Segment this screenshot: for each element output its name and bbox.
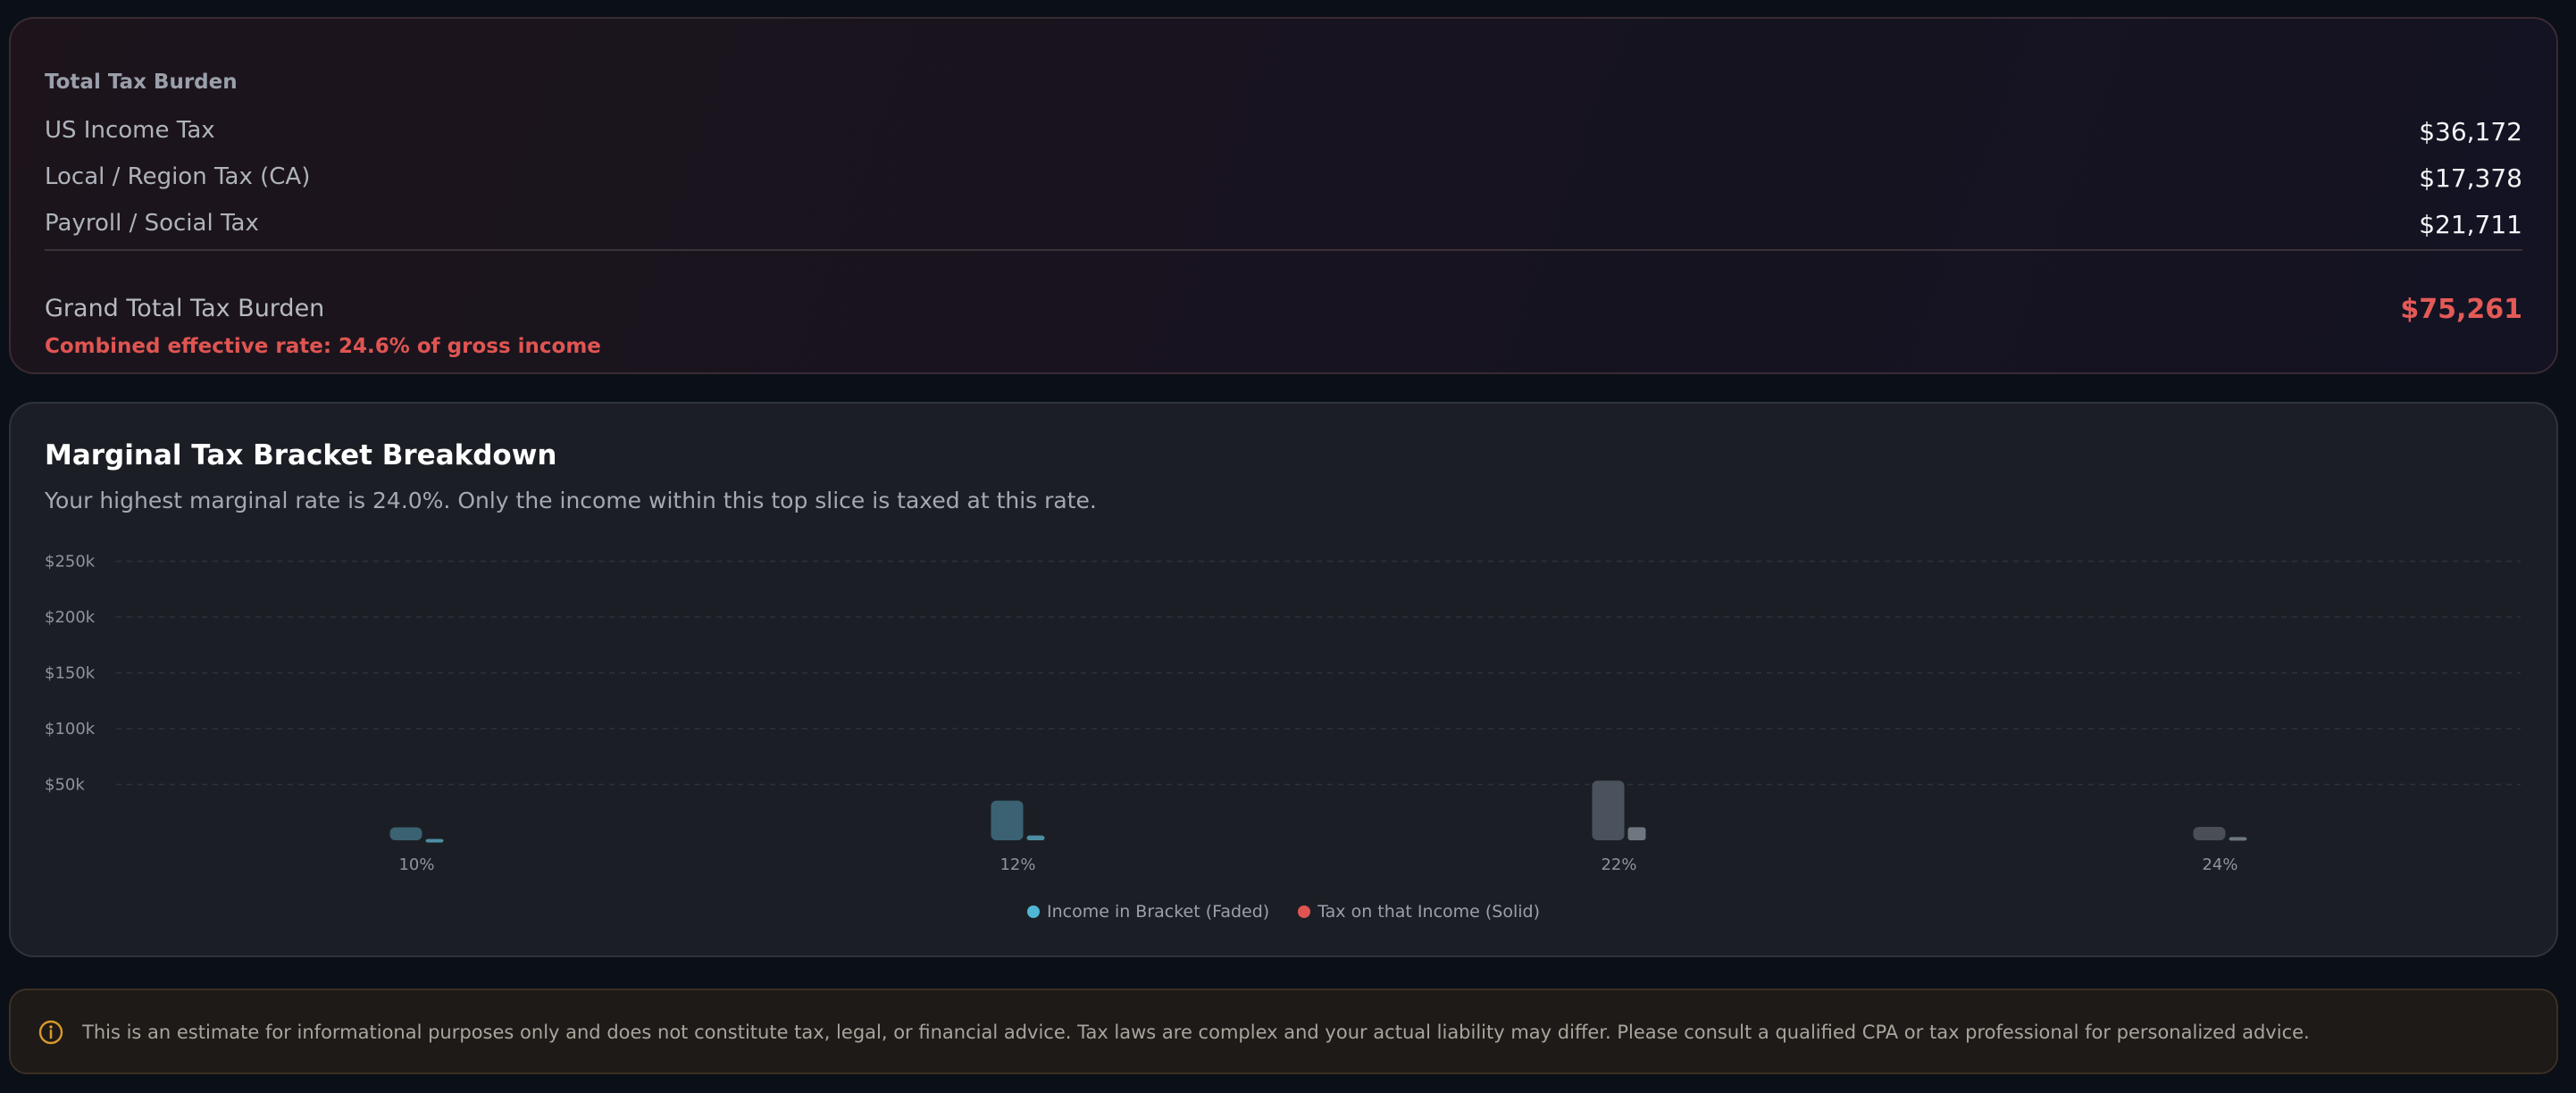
disclaimer-banner: This is an estimate for informational pu… <box>9 989 2558 1074</box>
tax-bar[interactable] <box>2229 837 2247 841</box>
x-category-label: 24% <box>2202 855 2237 874</box>
y-tick-label: $100k <box>45 720 96 738</box>
bracket-breakdown-card: Marginal Tax Bracket Breakdown Your high… <box>9 402 2558 957</box>
grand-total-label: Grand Total Tax Burden <box>45 295 325 322</box>
payroll-tax-value: $21,711 <box>2419 210 2522 239</box>
tax-bar[interactable] <box>1627 827 1646 840</box>
income-bar[interactable] <box>1592 780 1625 840</box>
chart-legend: Income in Bracket (Faded) Tax on that In… <box>11 902 2556 922</box>
legend-label-tax: Tax on that Income (Solid) <box>1317 902 1541 922</box>
us-income-tax-value: $36,172 <box>2419 117 2522 146</box>
x-category-label: 22% <box>1601 855 1636 874</box>
income-bar[interactable] <box>991 800 1024 840</box>
grand-total-value: $75,261 <box>2400 294 2522 325</box>
bracket-bar-chart: $50k $100k $150k $200k $250k 10% 12% 22% 24% <box>45 553 2521 874</box>
tax-burden-title: Total Tax Burden <box>45 71 238 94</box>
local-tax-value: $17,378 <box>2419 163 2522 193</box>
x-category-label: 12% <box>999 855 1035 874</box>
legend-swatch-tax <box>1298 905 1311 918</box>
legend-item-tax[interactable]: Tax on that Income (Solid) <box>1298 902 1540 922</box>
income-bar[interactable] <box>389 827 422 841</box>
payroll-tax-label: Payroll / Social Tax <box>45 210 259 237</box>
income-bar[interactable] <box>2193 827 2226 840</box>
effective-rate-note: Combined effective rate: 24.6% of gross … <box>45 335 601 358</box>
legend-item-income[interactable]: Income in Bracket (Faded) <box>1026 902 1270 922</box>
tax-burden-card: Total Tax Burden US Income Tax $36,172 L… <box>9 17 2558 374</box>
y-tick-label: $250k <box>45 553 96 572</box>
legend-swatch-income <box>1026 905 1040 918</box>
bracket-title: Marginal Tax Bracket Breakdown <box>45 439 557 471</box>
bracket-subtitle: Your highest marginal rate is 24.0%. Onl… <box>45 488 1097 513</box>
y-tick-label: $150k <box>45 664 96 683</box>
y-tick-label: $200k <box>45 608 96 627</box>
local-tax-label: Local / Region Tax (CA) <box>45 163 311 190</box>
info-circle-icon <box>38 1020 63 1045</box>
disclaimer-text: This is an estimate for informational pu… <box>82 1022 2310 1043</box>
us-income-tax-label: US Income Tax <box>45 117 215 144</box>
summary-divider <box>45 249 2522 251</box>
legend-label-income: Income in Bracket (Faded) <box>1046 902 1270 922</box>
tax-bar[interactable] <box>425 839 444 843</box>
x-category-label: 10% <box>398 855 434 874</box>
y-tick-label: $50k <box>45 776 85 795</box>
tax-bar[interactable] <box>1026 835 1045 840</box>
